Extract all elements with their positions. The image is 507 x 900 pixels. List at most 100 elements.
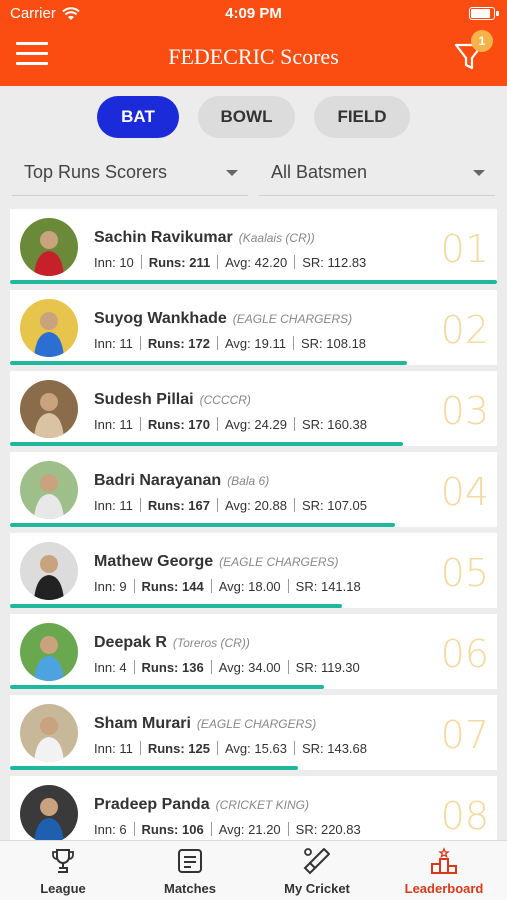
player-name: Badri Narayanan xyxy=(94,472,222,489)
innings-value: 11 xyxy=(119,417,133,432)
leaderboard-list[interactable]: Sachin Ravikumar (Kaalais (CR)) Inn: 10 Run… xyxy=(10,209,497,840)
average-label: Avg: xyxy=(224,741,251,756)
tab-league[interactable]: League xyxy=(0,841,126,900)
player-card[interactable]: Deepak R (Toreros (CR)) Inn: 4 Runs: 136 Avg… xyxy=(10,614,497,689)
player-name: Suyog Wankhade xyxy=(94,310,227,327)
runs-value: 106 xyxy=(182,822,204,837)
player-team: (EAGLE CHARGERS) xyxy=(232,312,353,326)
player-stats: Inn: 11 Runs: 172 Avg: 19.11 SR: 108.18 xyxy=(94,336,366,351)
player-scope-value: All Batsmen xyxy=(271,162,368,182)
runs-value: 136 xyxy=(182,660,204,675)
innings-value: 6 xyxy=(119,822,127,837)
player-stats: Inn: 9 Runs: 144 Avg: 18.00 SR: 141.18 xyxy=(94,579,361,594)
strike-rate-value: 160.38 xyxy=(327,417,367,432)
player-team: (Kaalais (CR)) xyxy=(238,231,315,245)
player-rank: 03 xyxy=(440,389,489,433)
player-avatar xyxy=(20,623,78,681)
strike-rate-value: 119.30 xyxy=(320,660,360,675)
tab-my-cricket-label: My Cricket xyxy=(284,881,350,896)
player-stats: Inn: 6 Runs: 106 Avg: 21.20 SR: 220.83 xyxy=(94,822,361,837)
innings-value: 11 xyxy=(119,498,133,513)
player-card[interactable]: Sudesh Pillai (CCCCR) Inn: 11 Runs: 170 Avg:… xyxy=(10,371,497,446)
runs-label: Runs: xyxy=(147,417,185,432)
filter-button[interactable]: 1 xyxy=(451,30,493,74)
status-bar: Carrier 4:09 PM xyxy=(0,0,507,28)
player-team: (Bala 6) xyxy=(227,474,270,488)
player-name-row: Pradeep Panda (CRICKET KING) xyxy=(94,796,309,814)
strike-rate-label: SR: xyxy=(295,822,318,837)
innings-value: 9 xyxy=(119,579,127,594)
runs-value: 144 xyxy=(182,579,204,594)
player-team: (EAGLE CHARGERS) xyxy=(196,717,317,731)
player-stats: Inn: 4 Runs: 136 Avg: 34.00 SR: 119.30 xyxy=(94,660,360,675)
runs-progress-bar xyxy=(10,523,396,527)
segment-field[interactable]: FIELD xyxy=(314,96,410,138)
player-card[interactable]: Mathew George (EAGLE CHARGERS) Inn: 9 Runs:… xyxy=(10,533,497,608)
player-name-row: Badri Narayanan (Bala 6) xyxy=(94,472,269,490)
player-team: (Toreros (CR)) xyxy=(172,636,250,650)
player-rank: 04 xyxy=(440,470,489,514)
player-name: Sham Murari xyxy=(94,715,191,732)
player-avatar xyxy=(20,380,78,438)
runs-value: 125 xyxy=(188,741,210,756)
segment-bat[interactable]: BAT xyxy=(97,96,179,138)
cricket-bat-icon xyxy=(303,848,330,875)
strike-rate-label: SR: xyxy=(295,660,318,675)
player-stats: Inn: 11 Runs: 125 Avg: 15.63 SR: 143.68 xyxy=(94,741,367,756)
player-scope-dropdown[interactable]: All Batsmen xyxy=(259,150,495,196)
innings-value: 10 xyxy=(119,255,134,270)
tab-matches-label: Matches xyxy=(163,881,217,896)
strike-rate-label: SR: xyxy=(300,336,323,351)
podium-icon xyxy=(431,847,457,874)
scorecard-icon xyxy=(178,849,202,873)
average-label: Avg: xyxy=(218,660,245,675)
runs-value: 211 xyxy=(189,255,211,270)
player-name-row: Mathew George (EAGLE CHARGERS) xyxy=(94,553,339,571)
player-card[interactable]: Badri Narayanan (Bala 6) Inn: 11 Runs: 167 A… xyxy=(10,452,497,527)
average-label: Avg: xyxy=(225,255,252,270)
strike-rate-label: SR: xyxy=(301,741,324,756)
player-card[interactable]: Pradeep Panda (CRICKET KING) Inn: 6 Runs: 1… xyxy=(10,776,497,840)
tab-matches[interactable]: Matches xyxy=(127,841,253,900)
average-label: Avg: xyxy=(218,822,245,837)
player-team: (CCCCR) xyxy=(199,393,251,407)
player-card[interactable]: Suyog Wankhade (EAGLE CHARGERS) Inn: 11 Run… xyxy=(10,290,497,365)
innings-label: Inn: xyxy=(94,579,116,594)
player-rank: 08 xyxy=(440,794,489,838)
runs-value: 172 xyxy=(188,336,210,351)
player-name: Pradeep Panda xyxy=(94,796,210,813)
player-card[interactable]: Sham Murari (EAGLE CHARGERS) Inn: 11 Runs: … xyxy=(10,695,497,770)
trophy-icon xyxy=(52,849,74,873)
runs-progress-bar xyxy=(10,442,403,446)
runs-label: Runs: xyxy=(148,255,186,270)
tab-leaderboard[interactable]: Leaderboard xyxy=(381,841,507,900)
average-label: Avg: xyxy=(224,336,251,351)
innings-label: Inn: xyxy=(94,417,116,432)
runs-progress-bar xyxy=(10,766,299,770)
innings-value: 11 xyxy=(119,336,133,351)
chevron-down-icon xyxy=(226,170,238,176)
average-value: 20.88 xyxy=(254,498,287,513)
player-team: (CRICKET KING) xyxy=(215,798,309,812)
segment-bowl[interactable]: BOWL xyxy=(198,96,295,138)
runs-progress-bar xyxy=(10,604,343,608)
innings-label: Inn: xyxy=(94,255,116,270)
stat-type-dropdown[interactable]: Top Runs Scorers xyxy=(12,150,248,196)
tab-my-cricket[interactable]: My Cricket xyxy=(254,841,380,900)
runs-progress-bar xyxy=(10,280,497,284)
runs-label: Runs: xyxy=(141,579,179,594)
runs-value: 167 xyxy=(188,498,210,513)
strike-rate-label: SR: xyxy=(302,255,324,270)
strike-rate-label: SR: xyxy=(301,417,324,432)
innings-label: Inn: xyxy=(94,660,116,675)
player-card[interactable]: Sachin Ravikumar (Kaalais (CR)) Inn: 10 Run… xyxy=(10,209,497,284)
innings-label: Inn: xyxy=(94,741,116,756)
innings-label: Inn: xyxy=(94,822,116,837)
player-name: Mathew George xyxy=(94,553,214,570)
innings-value: 4 xyxy=(119,660,127,675)
strike-rate-value: 108.18 xyxy=(326,336,367,351)
innings-label: Inn: xyxy=(94,498,116,513)
bottom-tab-bar: League Matches My Cricket Leaderboard xyxy=(0,840,507,900)
battery-icon xyxy=(469,7,499,20)
strike-rate-value: 141.18 xyxy=(320,579,361,594)
